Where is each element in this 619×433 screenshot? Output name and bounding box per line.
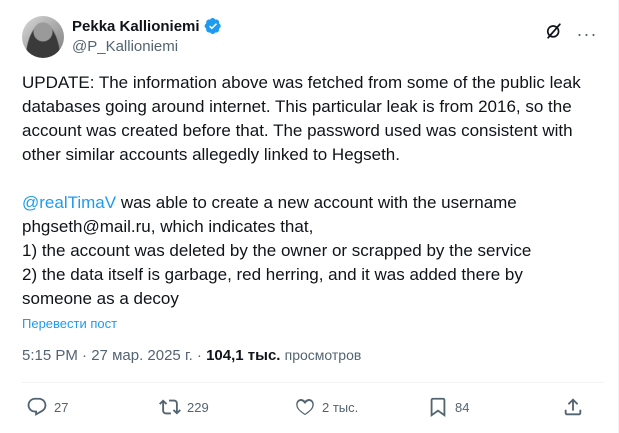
meta-separator: ·	[192, 347, 207, 364]
action-bar: 27 229 2 тыс. 84	[22, 396, 598, 420]
paragraph-1: UPDATE: The information above was fetche…	[22, 73, 581, 164]
bookmark-icon	[430, 397, 446, 418]
tweet-date[interactable]: 27 мар. 2025 г.	[91, 347, 193, 364]
views-count[interactable]: 104,1 тыс.	[206, 347, 280, 364]
tweet-time[interactable]: 5:15 PM	[22, 347, 78, 364]
divider	[22, 382, 604, 383]
translate-link[interactable]: Перевести пост	[22, 316, 117, 331]
reply-count: 27	[54, 399, 69, 415]
paragraph-2: @realTimaV was able to create a new acco…	[22, 191, 582, 239]
author-names: Pekka Kallioniemi @P_Kallioniemi	[72, 17, 222, 55]
header-actions: ···	[544, 21, 598, 46]
display-name[interactable]: Pekka Kallioniemi	[72, 18, 200, 35]
bookmark-count: 84	[455, 399, 470, 415]
handle[interactable]: @P_Kallioniemi	[72, 38, 222, 55]
verified-badge-icon[interactable]	[204, 17, 222, 35]
tweet-card: Pekka Kallioniemi @P_Kallioniemi ··· UPD…	[0, 0, 619, 433]
reply-button[interactable]: 27	[26, 396, 68, 418]
line-4: 2) the data itself is garbage, red herri…	[22, 265, 523, 308]
like-button[interactable]: 2 тыс.	[294, 396, 358, 418]
mention-link[interactable]: @realTimaV	[22, 193, 116, 212]
reply-icon	[27, 397, 47, 416]
name-row: Pekka Kallioniemi	[72, 17, 222, 35]
retweet-button[interactable]: 229	[159, 396, 209, 418]
tweet-text: UPDATE: The information above was fetche…	[22, 71, 582, 311]
more-icon[interactable]: ···	[576, 25, 598, 43]
retweet-icon	[159, 399, 181, 415]
views-label: просмотров	[284, 347, 362, 363]
tweet-meta: 5:15 PM · 27 мар. 2025 г. · 104,1 тыс. п…	[22, 347, 361, 364]
retweet-count: 229	[187, 399, 209, 415]
share-icon	[564, 398, 582, 416]
tweet-header: Pekka Kallioniemi @P_Kallioniemi ···	[22, 15, 598, 59]
bookmark-button[interactable]: 84	[427, 396, 469, 418]
share-button[interactable]	[562, 396, 584, 418]
grok-icon[interactable]	[544, 21, 564, 46]
like-icon	[296, 399, 314, 416]
like-count: 2 тыс.	[322, 399, 359, 415]
avatar[interactable]	[22, 16, 64, 58]
line-3: 1) the account was deleted by the owner …	[22, 241, 532, 260]
meta-separator: ·	[77, 347, 92, 364]
